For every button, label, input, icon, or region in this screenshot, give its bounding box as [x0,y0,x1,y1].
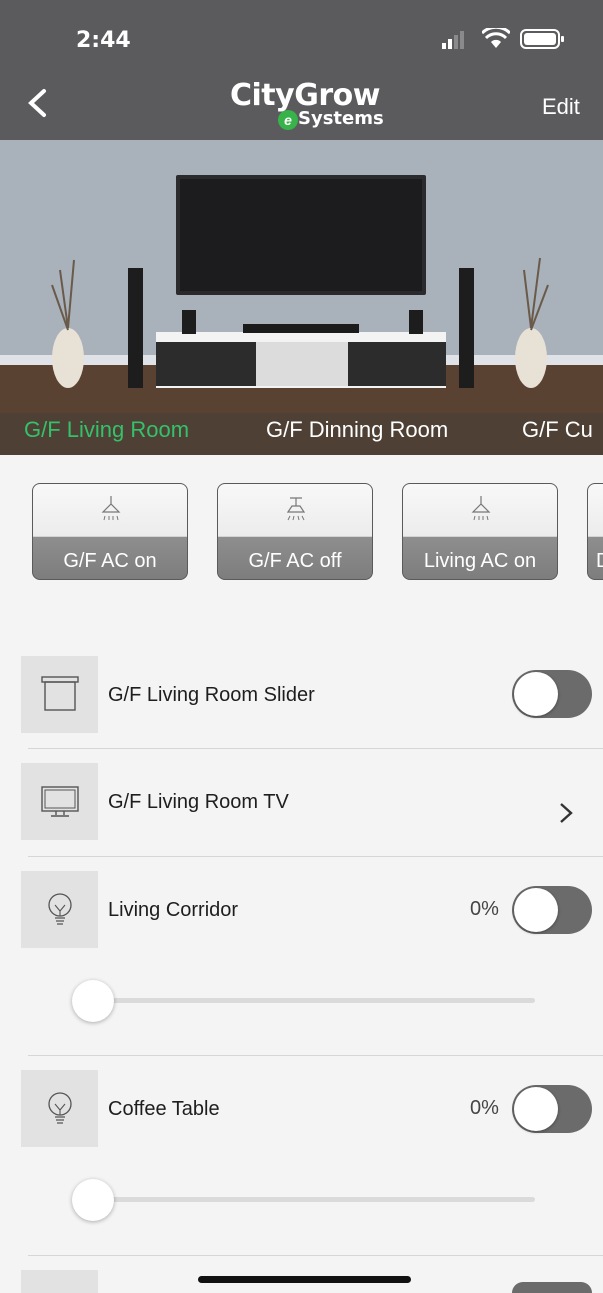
ceiling-light-icon [471,496,491,521]
chevron-right-icon[interactable] [556,800,576,831]
room-hero-image [0,140,603,455]
scene-living-ac-on-button[interactable]: Living AC on [402,483,558,580]
ceiling-light-icon [101,496,121,521]
partial-toggle[interactable] [512,1282,592,1293]
device-name: Coffee Table [108,1098,220,1120]
dimmer-level: 0% [470,898,499,920]
device-name: G/F Living Room TV [108,791,289,813]
bulb-tile [21,871,98,948]
bulb-icon [48,893,72,925]
dimmer-thumb[interactable] [72,980,114,1022]
device-name: Living Corridor [108,899,239,921]
toggle-knob [514,1087,558,1131]
cellular-signal-icon [442,31,464,49]
dimmer-level: 0% [470,1097,499,1119]
toggle-knob [514,888,558,932]
toggle-knob [514,672,558,716]
ceiling-lamp-icon [286,497,306,521]
scene-label: G/F AC on [63,550,157,572]
battery-icon [520,29,564,49]
scene-gf-ac-on-button[interactable]: G/F AC on [32,483,188,580]
scene-label: G/F AC off [248,550,342,572]
room-tab-bar: G/F Living Room G/F Dinning Room G/F Cu [0,413,603,455]
divider [28,1055,603,1056]
divider [28,1255,603,1256]
tab-gf-cu[interactable]: G/F Cu [522,417,593,443]
bulb-tile [21,1070,98,1147]
status-time: 2:44 [76,28,131,53]
dimmer-thumb[interactable] [72,1179,114,1221]
living-corridor-toggle[interactable] [512,886,592,934]
home-indicator [198,1276,411,1283]
scene-label: Living AC on [423,550,537,572]
edit-button[interactable]: Edit [542,94,580,120]
coffee-table-toggle[interactable] [512,1085,592,1133]
dimmer-track[interactable] [92,998,535,1003]
wifi-icon [482,28,510,48]
divider [28,856,603,857]
scene-gf-ac-off-button[interactable]: G/F AC off [217,483,373,580]
scene-partial-button[interactable]: D [587,483,603,580]
back-chevron-icon[interactable] [24,88,54,118]
tab-gf-living-room[interactable]: G/F Living Room [24,417,189,443]
bulb-tile [21,1270,98,1293]
bulb-icon [48,1092,72,1124]
tv-icon [41,786,79,817]
curtain-icon [41,676,79,711]
device-name: G/F Living Room Slider [108,684,315,706]
citygrow-logo: CityGrow e Systems [230,78,384,130]
scene-label: D [596,550,603,573]
dimmer-track[interactable] [92,1197,535,1202]
tv-tile [21,763,98,840]
curtain-tile [21,656,98,733]
divider [28,748,603,749]
slider-power-toggle[interactable] [512,670,592,718]
tab-gf-dinning-room[interactable]: G/F Dinning Room [266,417,448,443]
